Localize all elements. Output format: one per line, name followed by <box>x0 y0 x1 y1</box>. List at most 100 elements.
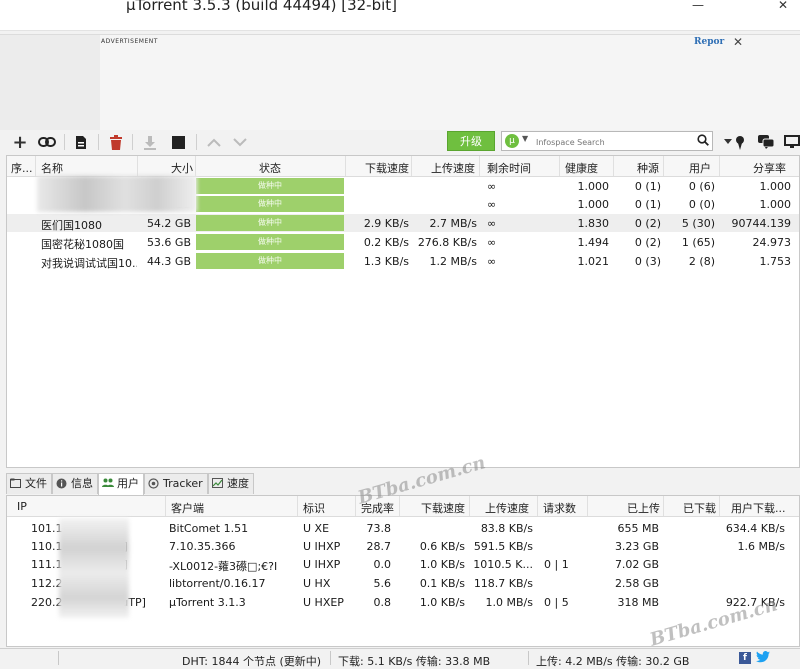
search-input[interactable] <box>534 133 688 151</box>
col-header-peers[interactable]: 用户 <box>689 160 711 176</box>
torrent-row[interactable]: 对我说调试试国10... 44.3 GB 做种中 1.3 KB/s 1.2 MB… <box>7 252 799 270</box>
toolbar: + 升级 µ ▼ <box>0 130 800 154</box>
torrent-row[interactable]: 国密花秘1080国 53.6 GB 做种中 0.2 KB/s 276.8 KB/… <box>7 233 799 251</box>
torrent-size: 53.6 GB <box>146 236 191 249</box>
peer-percent: 28.7 <box>366 540 392 553</box>
peer-percent: 0.0 <box>373 558 392 571</box>
torrent-list-header: 序... 名称 大小 状态 下载速度 上传速度 剩余时间 健康度 种源 用户 分… <box>7 156 799 177</box>
torrent-up-speed: 1.2 MB/s <box>429 255 477 268</box>
torrent-size: 54.2 GB <box>146 217 191 230</box>
toolbar-divider <box>98 134 99 150</box>
peer-client: libtorrent/0.16.17 <box>169 577 266 590</box>
torrent-status-badge: 做种中 <box>196 178 344 194</box>
col-header-downloaded[interactable]: 已下载 <box>683 500 716 516</box>
peer-down-speed: 0.6 KB/s <box>419 540 465 553</box>
torrent-ratio: 1.753 <box>759 255 792 268</box>
ad-side-panel <box>0 35 100 131</box>
peer-uploaded: 655 MB <box>617 522 659 535</box>
col-header-client[interactable]: 客户端 <box>171 500 204 516</box>
torrent-ratio: 1.000 <box>759 198 792 211</box>
col-header-flags[interactable]: 标识 <box>303 500 325 516</box>
peer-peer-dl: 634.4 KB/s <box>725 522 785 535</box>
search-icon[interactable] <box>697 134 709 149</box>
upload-status[interactable]: 上传: 4.2 MB/s 传输: 30.2 GB <box>536 653 689 669</box>
peer-down-speed: 1.0 KB/s <box>419 596 465 609</box>
torrent-eta: ∞ <box>487 180 497 193</box>
remove-torrent-icon[interactable] <box>106 132 126 152</box>
peer-up-speed: 591.5 KB/s <box>473 540 533 553</box>
torrent-peers: 1 (65) <box>681 236 715 249</box>
chat-icon[interactable] <box>756 132 776 152</box>
col-header-ip[interactable]: IP <box>17 500 27 513</box>
torrent-seeds: 0 (3) <box>634 255 661 268</box>
tab-label: 信息 <box>71 477 93 490</box>
facebook-icon[interactable]: f <box>739 652 751 664</box>
col-header-ratio[interactable]: 分享率 <box>753 160 786 176</box>
monitor-icon[interactable] <box>782 132 800 152</box>
torrent-down-speed: 0.2 KB/s <box>363 236 409 249</box>
col-header-status[interactable]: 状态 <box>259 160 281 176</box>
torrent-status-badge: 做种中 <box>196 234 344 250</box>
window-title: µTorrent 3.5.3 (build 44494) [32-bit] <box>126 0 398 14</box>
torrent-list[interactable]: 序... 名称 大小 状态 下载速度 上传速度 剩余时间 健康度 种源 用户 分… <box>6 155 800 468</box>
tab-info[interactable]: 信息 <box>52 473 98 494</box>
tracker-icon <box>148 478 159 489</box>
torrent-ratio: 24.973 <box>752 236 792 249</box>
col-header-name[interactable]: 名称 <box>41 160 63 176</box>
torrent-up-speed: 2.7 MB/s <box>429 217 477 230</box>
ad-close-button[interactable]: ✕ <box>733 35 743 49</box>
peer-up-speed: 1010.5 K... <box>473 558 533 571</box>
peer-ip: 111.1 <box>31 558 63 571</box>
col-header-down-speed[interactable]: 下载速度 <box>421 500 465 516</box>
tab-tracker[interactable]: Tracker <box>144 473 208 494</box>
torrent-seeds: 0 (1) <box>634 180 661 193</box>
search-provider-dropdown-icon[interactable]: ▼ <box>522 134 528 143</box>
close-window-button[interactable]: ✕ <box>778 0 788 12</box>
remote-icon[interactable] <box>730 132 750 152</box>
download-icon[interactable] <box>140 132 160 152</box>
torrent-peers: 0 (0) <box>688 198 715 211</box>
dht-status: DHT: 1844 个节点 (更新中) <box>182 655 322 668</box>
torrent-eta: ∞ <box>487 198 497 211</box>
add-torrent-icon[interactable]: + <box>10 132 30 153</box>
col-header-peer-dl[interactable]: 用户下载... <box>731 500 797 516</box>
window-controls: — ✕ <box>680 0 800 14</box>
redacted-names-blur <box>37 176 197 212</box>
torrent-row-selected[interactable]: 医们国1080 54.2 GB 做种中 2.9 KB/s 2.7 MB/s ∞ … <box>7 214 799 232</box>
torrent-ratio: 1.000 <box>759 180 792 193</box>
tab-files[interactable]: 文件 <box>6 473 52 494</box>
twitter-icon[interactable] <box>756 651 770 664</box>
col-header-seeds[interactable]: 种源 <box>637 160 659 176</box>
move-down-icon[interactable] <box>230 132 250 152</box>
peer-uploaded: 318 MB <box>617 596 659 609</box>
download-status[interactable]: 下载: 5.1 KB/s 传输: 33.8 MB <box>338 653 490 669</box>
tab-label: 用户 <box>117 477 139 490</box>
tab-speed[interactable]: 速度 <box>208 473 254 494</box>
peer-requests: 0 | 5 <box>544 596 569 609</box>
col-header-index[interactable]: 序... <box>11 160 33 176</box>
col-header-down-speed[interactable]: 下载速度 <box>365 160 409 176</box>
tab-peers[interactable]: 用户 <box>98 473 144 495</box>
minimize-button[interactable]: — <box>692 0 704 12</box>
col-header-size[interactable]: 大小 <box>171 160 193 176</box>
torrent-eta: ∞ <box>487 217 497 230</box>
peer-percent: 73.8 <box>366 522 392 535</box>
add-url-icon[interactable] <box>37 132 57 152</box>
peer-flags: U XE <box>303 522 330 535</box>
col-header-up-speed[interactable]: 上传速度 <box>431 160 475 176</box>
col-header-requests[interactable]: 请求数 <box>543 500 576 516</box>
torrent-up-speed: 276.8 KB/s <box>417 236 477 249</box>
col-header-up-speed[interactable]: 上传速度 <box>485 500 529 516</box>
peer-uploaded: 3.23 GB <box>614 540 659 553</box>
move-up-icon[interactable] <box>204 132 224 152</box>
create-torrent-icon[interactable] <box>71 132 91 152</box>
title-bar: µTorrent 3.5.3 (build 44494) [32-bit] — … <box>0 0 800 31</box>
stop-icon[interactable] <box>168 132 188 152</box>
col-header-eta[interactable]: 剩余时间 <box>487 160 531 176</box>
col-header-uploaded[interactable]: 已上传 <box>627 500 660 516</box>
peer-client: 7.10.35.366 <box>169 540 236 553</box>
upgrade-button[interactable]: 升级 <box>447 131 495 151</box>
toolbar-divider <box>196 134 197 150</box>
col-header-health[interactable]: 健康度 <box>565 160 598 176</box>
ad-report-link[interactable]: Repor <box>694 37 724 47</box>
